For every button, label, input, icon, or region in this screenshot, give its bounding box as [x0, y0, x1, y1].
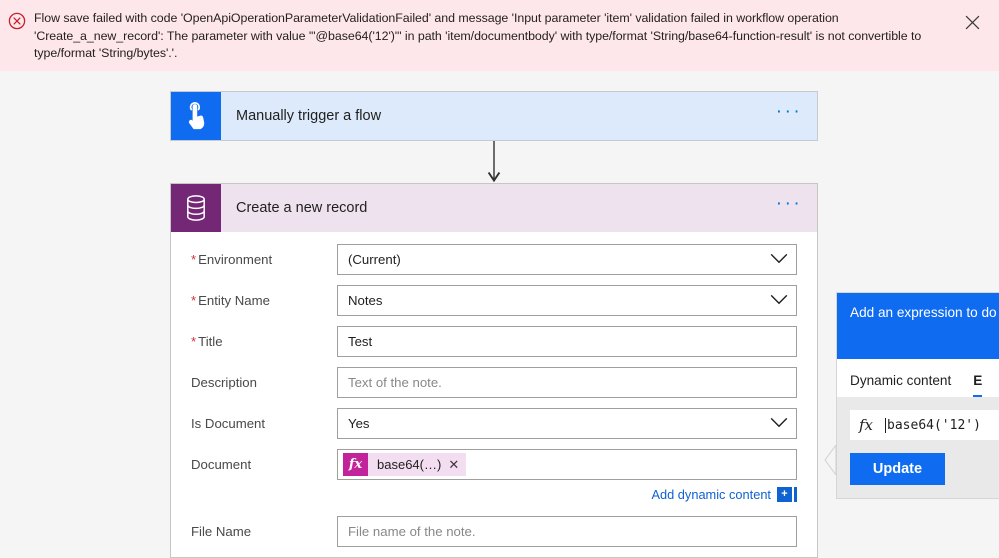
- update-button[interactable]: Update: [850, 453, 945, 485]
- remove-token-button[interactable]: ✕: [448, 458, 459, 471]
- field-label-description: Description: [191, 375, 257, 390]
- field-row-title: * Title Test: [191, 326, 797, 357]
- field-label-environment: * Environment: [191, 252, 273, 267]
- add-dynamic-content-plus-icon[interactable]: +: [777, 487, 792, 502]
- trigger-card-title: Manually trigger a flow: [236, 108, 382, 124]
- error-circle-x-icon: [8, 12, 26, 30]
- chevron-down-icon: [770, 252, 788, 267]
- field-row-document: Document fx base64(…) ✕: [191, 449, 797, 480]
- error-banner: Flow save failed with code 'OpenApiOpera…: [0, 0, 999, 71]
- chevron-down-icon: [770, 416, 788, 431]
- field-label-file-name: File Name: [191, 524, 252, 539]
- database-icon: [171, 184, 221, 232]
- expression-panel: Add an expression to do convert, and com…: [824, 292, 999, 499]
- expression-panel-header: Add an expression to do convert, and com…: [837, 293, 999, 359]
- file-name-placeholder: File name of the note.: [348, 524, 476, 539]
- tap-gesture-icon: [171, 92, 221, 140]
- action-card[interactable]: Create a new record ··· * Environment (Cu…: [170, 183, 818, 558]
- is-document-value: Yes: [348, 416, 370, 431]
- close-banner-button[interactable]: [959, 9, 985, 35]
- description-input[interactable]: Text of the note.: [337, 367, 797, 398]
- entity-name-dropdown[interactable]: Notes: [337, 285, 797, 316]
- error-message: Flow save failed with code 'OpenApiOpera…: [34, 11, 922, 61]
- field-row-is-document: Is Document Yes: [191, 408, 797, 439]
- environment-dropdown[interactable]: (Current): [337, 244, 797, 275]
- field-row-description: Description Text of the note.: [191, 367, 797, 398]
- required-asterisk: *: [191, 334, 197, 349]
- field-label-title: * Title: [191, 334, 223, 349]
- expression-input[interactable]: fx base64('12'): [850, 410, 999, 440]
- fx-icon: fx: [343, 453, 368, 476]
- chevron-left-icon[interactable]: [824, 443, 837, 477]
- text-cursor-indicator: [794, 487, 797, 502]
- document-input[interactable]: fx base64(…) ✕: [337, 449, 797, 480]
- entity-name-value: Notes: [348, 293, 383, 308]
- fx-icon: fx: [859, 416, 874, 434]
- trigger-card[interactable]: Manually trigger a flow ···: [170, 91, 818, 141]
- field-row-entity-name: * Entity Name Notes: [191, 285, 797, 316]
- is-document-dropdown[interactable]: Yes: [337, 408, 797, 439]
- add-dynamic-content-link[interactable]: Add dynamic content: [651, 487, 771, 502]
- title-value: Test: [348, 334, 373, 349]
- trigger-card-header[interactable]: Manually trigger a flow ···: [171, 92, 817, 140]
- add-dynamic-content-row: Add dynamic content +: [191, 487, 797, 502]
- field-row-environment: * Environment (Current): [191, 244, 797, 275]
- description-placeholder: Text of the note.: [348, 375, 442, 390]
- trigger-card-menu-button[interactable]: ···: [761, 92, 817, 140]
- chevron-down-icon: [770, 293, 788, 308]
- field-label-is-document: Is Document: [191, 416, 266, 431]
- flow-connector-arrow-icon: [487, 139, 501, 185]
- action-card-title: Create a new record: [236, 200, 368, 216]
- required-asterisk: *: [191, 252, 197, 267]
- tab-dynamic-content[interactable]: Dynamic content: [850, 373, 951, 397]
- expression-panel-body: fx base64('12') Update: [837, 397, 999, 498]
- title-input[interactable]: Test: [337, 326, 797, 357]
- field-row-file-name: File Name File name of the note.: [191, 516, 797, 547]
- required-asterisk: *: [191, 293, 197, 308]
- action-card-form: * Environment (Current) * Entity Name Note…: [171, 232, 817, 547]
- file-name-input[interactable]: File name of the note.: [337, 516, 797, 547]
- expression-token-label: base64(…) ✕: [368, 453, 467, 476]
- expression-value: base64('12'): [885, 417, 981, 433]
- field-label-entity-name: * Entity Name: [191, 293, 270, 308]
- action-card-header[interactable]: Create a new record ···: [171, 184, 817, 232]
- action-card-menu-button[interactable]: ···: [761, 184, 817, 232]
- expression-panel-tabs: Dynamic content E: [837, 359, 999, 397]
- environment-value: (Current): [348, 252, 401, 267]
- expression-token[interactable]: fx base64(…) ✕: [343, 453, 467, 476]
- field-label-document: Document: [191, 457, 252, 472]
- tab-expression[interactable]: E: [973, 373, 983, 397]
